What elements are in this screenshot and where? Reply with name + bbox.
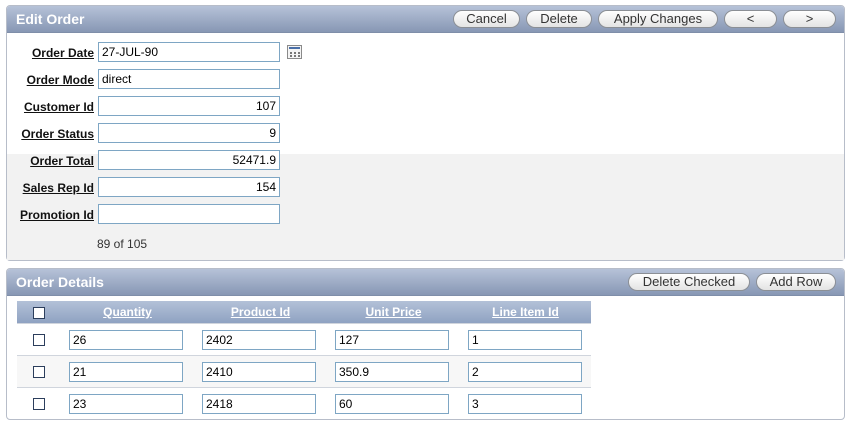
- edit-order-region: Edit Order Cancel Delete Apply Changes <…: [6, 5, 845, 261]
- product-id-input[interactable]: [202, 393, 316, 414]
- order-details-region: Order Details Delete Checked Add Row Qua…: [6, 268, 845, 420]
- sales-rep-id-label: Sales Rep Id: [22, 181, 94, 195]
- previous-button[interactable]: <: [724, 10, 777, 28]
- apply-changes-button[interactable]: Apply Changes: [598, 10, 718, 28]
- order-date-input[interactable]: [98, 42, 280, 62]
- table-row: [17, 323, 591, 356]
- row-checkbox[interactable]: [33, 366, 45, 379]
- calendar-icon[interactable]: [287, 45, 302, 59]
- delete-button[interactable]: Delete: [526, 10, 592, 28]
- unit-price-input[interactable]: [335, 393, 449, 414]
- order-mode-label: Order Mode: [26, 73, 94, 87]
- order-status-label: Order Status: [21, 127, 94, 141]
- order-details-title: Order Details: [16, 274, 104, 290]
- next-button[interactable]: >: [783, 10, 836, 28]
- select-all-header: [17, 301, 61, 324]
- row-checkbox[interactable]: [33, 398, 45, 411]
- table-row: [17, 387, 591, 419]
- unit-price-input[interactable]: [335, 361, 449, 382]
- promotion-id-input[interactable]: [98, 204, 280, 224]
- column-header-line-item-id[interactable]: Line Item Id: [460, 301, 591, 324]
- order-details-header: Order Details Delete Checked Add Row: [7, 269, 844, 296]
- order-details-table: Quantity Product Id Unit Price Line Item…: [17, 301, 591, 419]
- column-header-quantity[interactable]: Quantity: [61, 301, 194, 324]
- order-total-input[interactable]: [98, 150, 280, 170]
- order-mode-input[interactable]: [98, 69, 280, 89]
- quantity-input[interactable]: [69, 393, 183, 414]
- order-status-input[interactable]: [98, 123, 280, 143]
- product-id-input[interactable]: [202, 329, 316, 350]
- line-item-id-input[interactable]: [468, 329, 582, 350]
- line-item-id-input[interactable]: [468, 361, 582, 382]
- quantity-input[interactable]: [69, 329, 183, 350]
- cancel-button[interactable]: Cancel: [453, 10, 520, 28]
- customer-id-label: Customer Id: [23, 100, 94, 114]
- select-all-checkbox[interactable]: [33, 306, 45, 319]
- add-row-button[interactable]: Add Row: [756, 273, 836, 291]
- table-row: [17, 355, 591, 388]
- record-pager: 89 of 105: [97, 237, 148, 251]
- delete-checked-button[interactable]: Delete Checked: [628, 273, 750, 291]
- line-item-id-input[interactable]: [468, 393, 582, 414]
- column-header-unit-price[interactable]: Unit Price: [327, 301, 460, 324]
- order-date-label: Order Date: [31, 46, 94, 60]
- customer-id-input[interactable]: [98, 96, 280, 116]
- table-header-row: Quantity Product Id Unit Price Line Item…: [17, 301, 591, 324]
- quantity-input[interactable]: [69, 361, 183, 382]
- edit-order-title: Edit Order: [16, 11, 85, 27]
- promotion-id-label: Promotion Id: [20, 208, 94, 222]
- order-total-label: Order Total: [30, 154, 94, 168]
- sales-rep-id-input[interactable]: [98, 177, 280, 197]
- unit-price-input[interactable]: [335, 329, 449, 350]
- row-checkbox[interactable]: [33, 334, 45, 347]
- edit-order-header: Edit Order Cancel Delete Apply Changes <…: [7, 6, 844, 33]
- product-id-input[interactable]: [202, 361, 316, 382]
- column-header-product-id[interactable]: Product Id: [194, 301, 327, 324]
